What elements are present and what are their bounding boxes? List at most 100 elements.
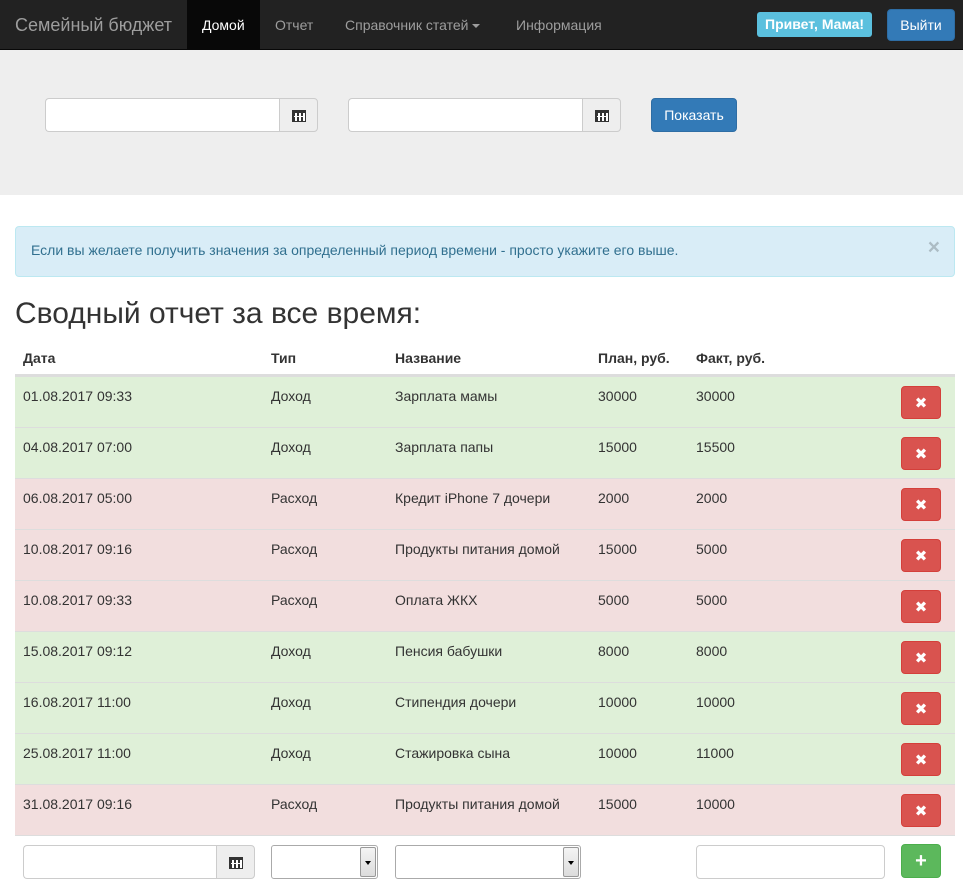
cell-name: Стипендия дочери xyxy=(395,694,517,710)
remove-icon: ✖ xyxy=(914,598,928,616)
cell-plan: 30000 xyxy=(598,388,637,404)
delete-button[interactable]: ✖ xyxy=(901,488,941,521)
date-to-group xyxy=(348,98,621,132)
remove-icon: ✖ xyxy=(914,547,928,565)
cell-fact: 10000 xyxy=(696,694,735,710)
alert-text: Если вы желаете получить значения за опр… xyxy=(31,242,679,258)
date-filter-panel: Показать xyxy=(0,50,963,195)
delete-button[interactable]: ✖ xyxy=(901,386,941,419)
new-date-input[interactable] xyxy=(23,845,216,879)
greeting-badge: Привет, Мама! xyxy=(757,12,873,37)
nav-item-home[interactable]: Домой xyxy=(187,0,260,50)
cell-type: Доход xyxy=(271,388,311,404)
remove-icon: ✖ xyxy=(914,751,928,769)
table-header: Дата Тип Название План, руб. Факт, руб. xyxy=(15,340,955,376)
cell-fact: 10000 xyxy=(696,796,735,812)
caret-down-icon xyxy=(472,24,481,29)
cell-type: Доход xyxy=(271,643,311,659)
column-header-plan: План, руб. xyxy=(598,350,670,366)
cell-type: Расход xyxy=(271,490,318,506)
info-alert: Если вы желаете получить значения за опр… xyxy=(15,226,955,277)
cell-date: 10.08.2017 09:16 xyxy=(23,541,132,557)
add-entry-button[interactable]: + xyxy=(901,844,941,878)
cell-name: Зарплата мамы xyxy=(395,388,498,404)
date-from-input[interactable] xyxy=(45,98,279,132)
cell-date: 10.08.2017 09:33 xyxy=(23,592,132,608)
cell-type: Доход xyxy=(271,439,311,455)
cell-date: 06.08.2017 05:00 xyxy=(23,490,132,506)
column-header-name: Название xyxy=(395,350,462,366)
nav-item-report[interactable]: Отчет xyxy=(260,0,328,50)
remove-icon: ✖ xyxy=(914,700,928,718)
cell-name: Пенсия бабушки xyxy=(395,643,503,659)
date-to-input[interactable] xyxy=(348,98,582,132)
chevron-down-icon xyxy=(360,847,376,877)
calendar-icon xyxy=(594,109,609,122)
delete-button[interactable]: ✖ xyxy=(901,692,941,725)
cell-date: 31.08.2017 09:16 xyxy=(23,796,132,812)
cell-name: Продукты питания домой xyxy=(395,541,560,557)
cell-fact: 11000 xyxy=(696,745,734,761)
close-icon[interactable]: × xyxy=(928,237,940,258)
remove-icon: ✖ xyxy=(914,394,928,412)
cell-plan: 2000 xyxy=(598,490,630,506)
cell-plan: 15000 xyxy=(598,796,637,812)
cell-name: Зарплата папы xyxy=(395,439,494,455)
date-from-group xyxy=(45,98,318,132)
new-name-select[interactable] xyxy=(395,845,581,879)
delete-button[interactable]: ✖ xyxy=(901,743,941,776)
nav-item-articles-label: Справочник статей xyxy=(345,17,469,33)
cell-type: Доход xyxy=(271,694,311,710)
cell-plan: 8000 xyxy=(598,643,630,659)
navbar: Семейный бюджет Домой Отчет Справочник с… xyxy=(0,0,963,50)
column-header-type: Тип xyxy=(271,350,297,366)
cell-plan: 15000 xyxy=(598,439,637,455)
delete-button[interactable]: ✖ xyxy=(901,794,941,827)
cell-plan: 10000 xyxy=(598,745,637,761)
cell-name: Кредит iPhone 7 дочери xyxy=(395,490,551,506)
cell-date: 01.08.2017 09:33 xyxy=(23,388,132,404)
date-to-calendar-button[interactable] xyxy=(582,98,621,132)
calendar-icon xyxy=(228,856,243,869)
cell-name: Оплата ЖКХ xyxy=(395,592,478,608)
logout-button[interactable]: Выйти xyxy=(887,9,955,41)
cell-fact: 15500 xyxy=(696,439,735,455)
nav-item-articles-dropdown[interactable]: Справочник статей xyxy=(330,0,495,50)
date-from-calendar-button[interactable] xyxy=(279,98,318,132)
cell-name: Стажировка сына xyxy=(395,745,511,761)
cell-date: 16.08.2017 11:00 xyxy=(23,694,131,710)
column-header-date: Дата xyxy=(23,350,56,366)
show-button[interactable]: Показать xyxy=(651,98,737,132)
cell-name: Продукты питания домой xyxy=(395,796,560,812)
cell-plan: 10000 xyxy=(598,694,637,710)
cell-date: 15.08.2017 09:12 xyxy=(23,643,132,659)
new-type-select[interactable] xyxy=(271,845,378,879)
table-row: 15.08.2017 09:12 Доход Пенсия бабушки 80… xyxy=(15,631,955,682)
cell-type: Доход xyxy=(271,745,311,761)
table-row: 25.08.2017 11:00 Доход Стажировка сына 1… xyxy=(15,733,955,784)
cell-plan: 15000 xyxy=(598,541,637,557)
cell-date: 04.08.2017 07:00 xyxy=(23,439,132,455)
column-header-fact: Факт, руб. xyxy=(696,350,766,366)
cell-type: Расход xyxy=(271,541,318,557)
cell-fact: 30000 xyxy=(696,388,735,404)
delete-button[interactable]: ✖ xyxy=(901,539,941,572)
new-date-group xyxy=(23,845,255,879)
remove-icon: ✖ xyxy=(914,649,928,667)
nav-item-info[interactable]: Информация xyxy=(501,0,617,50)
delete-button[interactable]: ✖ xyxy=(901,641,941,674)
new-fact-input[interactable] xyxy=(696,845,885,879)
table-row: 06.08.2017 05:00 Расход Кредит iPhone 7 … xyxy=(15,478,955,529)
chevron-down-icon xyxy=(563,847,579,877)
table-row: 10.08.2017 09:16 Расход Продукты питания… xyxy=(15,529,955,580)
report-table: Дата Тип Название План, руб. Факт, руб. … xyxy=(15,340,955,886)
delete-button[interactable]: ✖ xyxy=(901,437,941,470)
brand-title[interactable]: Семейный бюджет xyxy=(15,0,172,50)
new-date-calendar-button[interactable] xyxy=(216,845,255,879)
table-row: 16.08.2017 11:00 Доход Стипендия дочери … xyxy=(15,682,955,733)
cell-type: Расход xyxy=(271,796,318,812)
remove-icon: ✖ xyxy=(914,445,928,463)
delete-button[interactable]: ✖ xyxy=(901,590,941,623)
cell-type: Расход xyxy=(271,592,318,608)
cell-fact: 5000 xyxy=(696,541,728,557)
